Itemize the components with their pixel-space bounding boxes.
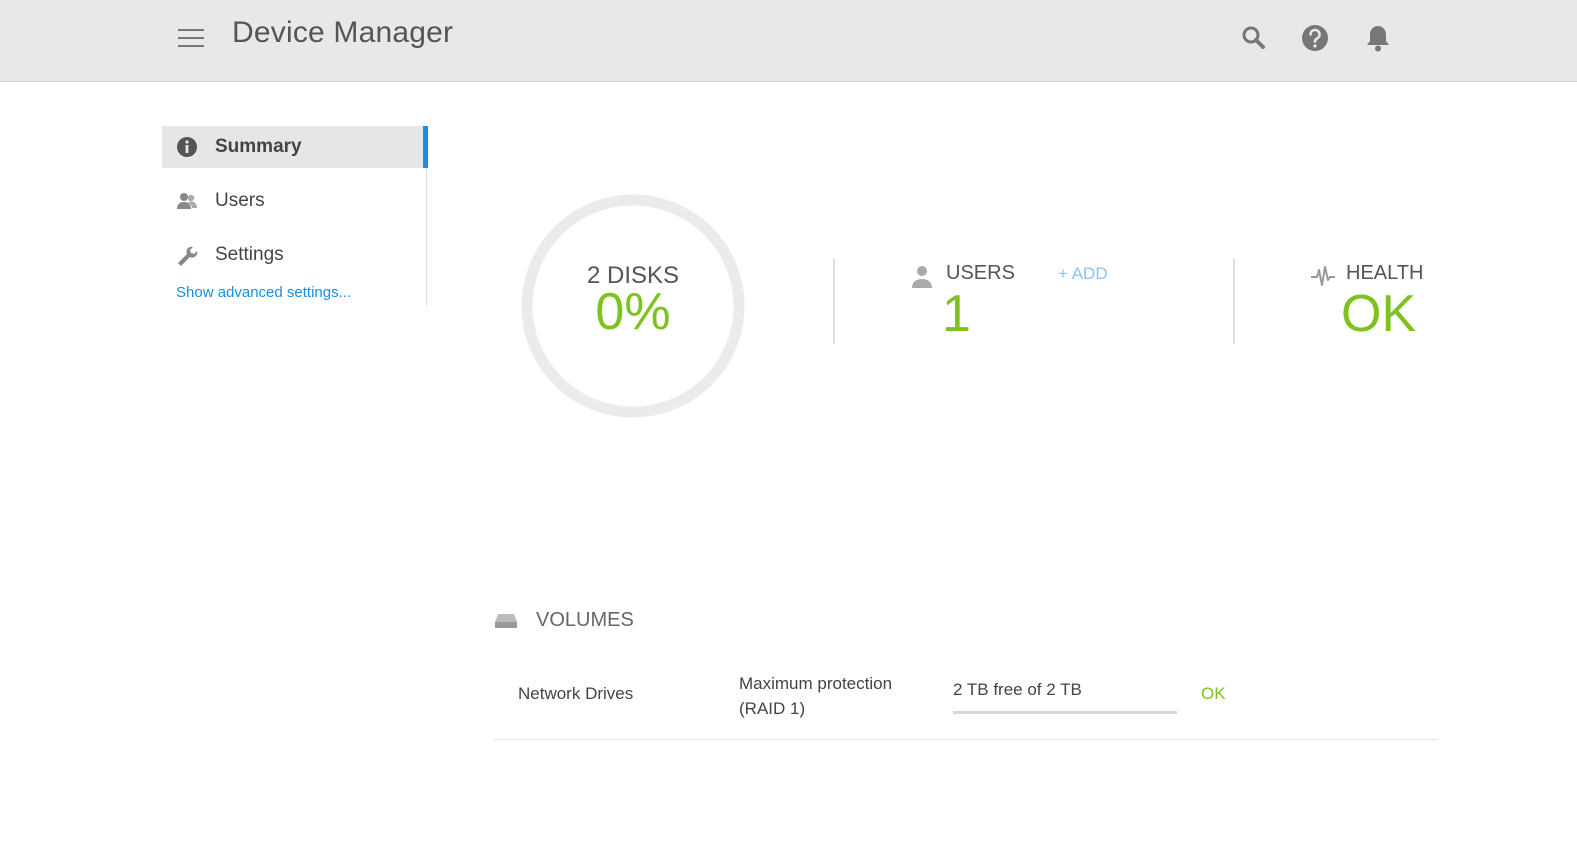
volume-name: Network Drives bbox=[518, 684, 634, 703]
show-advanced-settings-link[interactable]: Show advanced settings... bbox=[176, 284, 351, 301]
bell-icon[interactable] bbox=[1362, 22, 1394, 54]
users-label: USERS bbox=[946, 262, 1015, 284]
volume-free-space: 2 TB free of 2 TB bbox=[953, 680, 1082, 699]
users-icon bbox=[176, 190, 198, 212]
add-user-button[interactable]: + ADD bbox=[1058, 264, 1108, 284]
volume-usage-bar bbox=[953, 711, 1177, 714]
health-label: HEALTH bbox=[1346, 262, 1424, 284]
info-icon bbox=[176, 136, 198, 158]
divider bbox=[1233, 258, 1235, 344]
volume-protection: Maximum protection (RAID 1) bbox=[739, 674, 893, 718]
wrench-icon bbox=[176, 244, 198, 266]
sidebar-item-label: Settings bbox=[215, 244, 284, 265]
sidebar-item-settings[interactable]: Settings bbox=[162, 234, 427, 276]
top-bar: Device Manager bbox=[0, 0, 1577, 82]
volume-row[interactable]: Network Drives Maximum protection (RAID … bbox=[493, 660, 1438, 740]
health-status: OK bbox=[1341, 285, 1417, 343]
user-icon bbox=[910, 264, 934, 288]
users-count: 1 bbox=[942, 285, 971, 343]
disks-usage-value: 0% bbox=[595, 283, 671, 341]
volume-status: OK bbox=[1201, 684, 1226, 703]
pulse-icon bbox=[1310, 264, 1336, 288]
sidebar-item-summary[interactable]: Summary bbox=[162, 126, 428, 168]
search-icon[interactable] bbox=[1238, 22, 1270, 54]
drive-icon bbox=[494, 612, 518, 630]
app-title: Device Manager bbox=[232, 16, 454, 49]
sidebar-item-label: Summary bbox=[215, 136, 302, 157]
divider bbox=[833, 258, 835, 344]
help-icon[interactable] bbox=[1299, 22, 1331, 54]
sidebar: Summary Users Settings Show advanced set… bbox=[162, 126, 428, 306]
sidebar-item-label: Users bbox=[215, 190, 265, 211]
volumes-title: VOLUMES bbox=[536, 609, 634, 631]
sidebar-item-users[interactable]: Users bbox=[162, 180, 427, 222]
menu-icon[interactable] bbox=[178, 26, 206, 50]
